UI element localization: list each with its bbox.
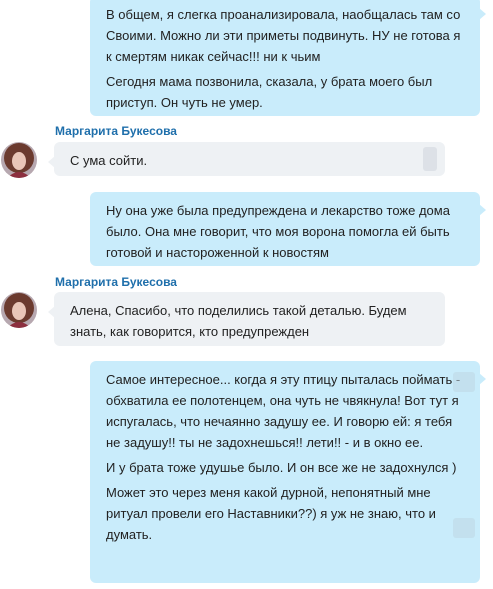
message-text: Сегодня мама позвонила, сказала, у брата… (106, 74, 433, 110)
message-text: Самое интересное... когда я эту птицу пы… (106, 372, 461, 450)
message-text: В общем, я слегка проанализировала, наоб… (106, 7, 461, 64)
message-bubble-incoming: Алена, Спасибо, что поделились такой дет… (48, 292, 445, 346)
message-bubble-outgoing: В общем, я слегка проанализировала, наоб… (90, 0, 486, 116)
message-text: И у брата тоже удушье было. И он все же … (106, 460, 457, 475)
message-hover-icon (453, 372, 475, 392)
message-bubble-outgoing: Самое интересное... когда я эту птицу пы… (90, 361, 486, 583)
sender-name[interactable]: Маргарита Букесова (55, 124, 177, 138)
message-text: Ну она уже была предупреждена и лекарств… (106, 203, 450, 260)
user-avatar[interactable] (1, 292, 37, 328)
message-bubble-outgoing: Ну она уже была предупреждена и лекарств… (90, 192, 486, 266)
user-avatar[interactable] (1, 142, 37, 178)
message-hover-icon (423, 147, 437, 171)
user-avatar-icon (1, 142, 37, 178)
message-text: Алена, Спасибо, что поделились такой дет… (70, 303, 407, 339)
message-hover-icon (453, 518, 475, 538)
message-bubble-incoming: С ума сойти. (48, 142, 445, 176)
user-avatar-icon (1, 292, 37, 328)
message-text: Может это через меня какой дурной, непон… (106, 485, 436, 542)
sender-name[interactable]: Маргарита Букесова (55, 275, 177, 289)
message-text: С ума сойти. (70, 153, 148, 168)
